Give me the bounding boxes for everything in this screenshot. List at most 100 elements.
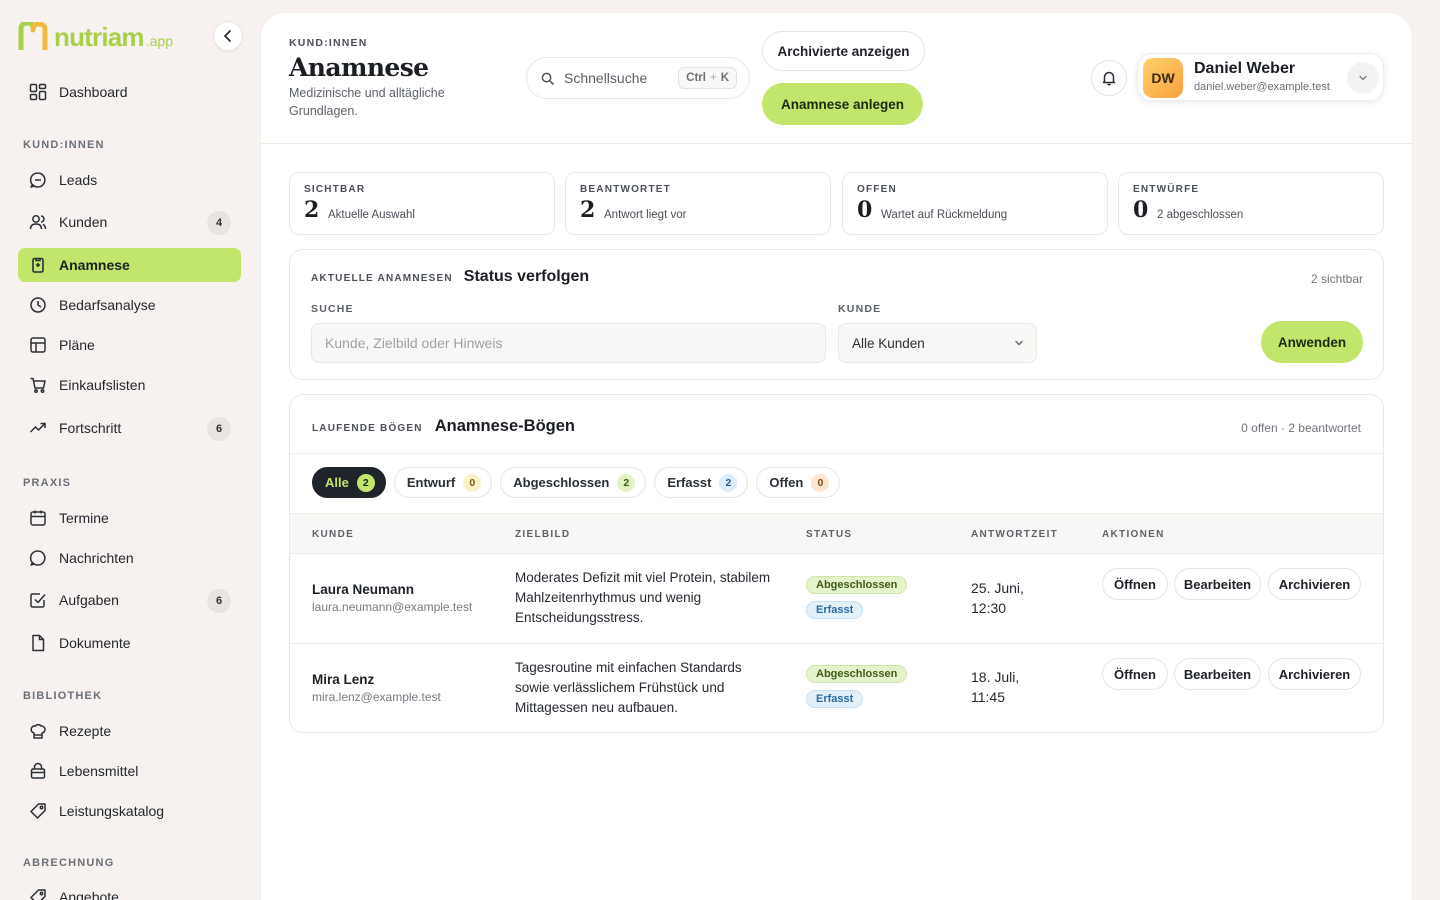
search-icon [541, 72, 554, 85]
shortcut-key: K [720, 72, 729, 84]
nav-section-clients: KUND:INNEN [23, 139, 105, 151]
goal-text: Tagesroutine mit einfachen Standards sow… [515, 660, 742, 715]
sidebar-item-leads[interactable]: Leads [18, 163, 241, 197]
sidebar-item-bedarfsanalyse[interactable]: Bedarfsanalyse [18, 288, 241, 322]
main-content: KUND:INNEN Anamnese Medizinische und all… [261, 13, 1412, 900]
sidebar-item-anamnese[interactable]: Anamnese [18, 248, 241, 282]
customer-email: laura.neumann@example.test [312, 600, 473, 614]
tab-label: Entwurf [406, 475, 456, 490]
filter-search-input[interactable]: Kunde, Zielbild oder Hinweis [311, 323, 826, 363]
collapse-sidebar-button[interactable] [213, 21, 243, 51]
open-button[interactable]: Öffnen [1102, 658, 1168, 690]
nav-section-billing: ABRECHNUNG [23, 857, 115, 869]
clock-icon [30, 297, 46, 313]
stat-caption: Antwort liegt vor [604, 209, 687, 221]
sidebar-item-leistungskatalog[interactable]: Leistungskatalog [18, 794, 241, 828]
sidebar-item-label: Termine [59, 510, 109, 526]
open-button[interactable]: Öffnen [1102, 568, 1168, 600]
filter-eyebrow: AKTUELLE ANAMNESEN [311, 273, 453, 284]
sidebar-item-label: Leistungskatalog [59, 803, 165, 819]
create-anamnese-button[interactable]: Anamnese anlegen [762, 83, 923, 125]
cart-icon [30, 377, 46, 393]
filter-search-placeholder: Kunde, Zielbild oder Hinweis [325, 335, 503, 351]
sidebar-item-nachrichten[interactable]: Nachrichten [18, 541, 241, 575]
sidebar-item-fortschritt[interactable]: Fortschritt 6 [18, 411, 241, 445]
tab-offen[interactable]: Offen 0 [756, 467, 841, 498]
chevron-down-icon [1015, 340, 1023, 346]
sidebar-item-dokumente[interactable]: Dokumente [18, 626, 241, 660]
chef-hat-icon [30, 723, 46, 739]
stat-caption: Wartet auf Rückmeldung [881, 209, 1008, 221]
divider [290, 453, 1383, 454]
customer-select-value: Alle Kunden [852, 335, 925, 351]
filter-panel: AKTUELLE ANAMNESEN Status verfolgen 2 si… [289, 249, 1384, 380]
shortcut-plus: + [709, 72, 717, 84]
sidebar-item-plaene[interactable]: Pläne [18, 328, 241, 362]
app-logo[interactable]: nutriam .app [18, 20, 173, 50]
stat-caption: Aktuelle Auswahl [328, 209, 415, 221]
column-header-aktionen: AKTIONEN [1102, 529, 1165, 540]
edit-button[interactable]: Bearbeiten [1174, 568, 1261, 600]
goal-text: Moderates Defizit mit viel Protein, stab… [515, 570, 771, 625]
customer-name[interactable]: Laura Neumann [312, 582, 414, 597]
archive-button[interactable]: Archivieren [1268, 568, 1361, 600]
stat-value: 0 [857, 197, 873, 223]
status-badge: Erfasst [806, 690, 864, 708]
logo-mark-icon [18, 22, 48, 50]
list-eyebrow: LAUFENDE BÖGEN [312, 423, 423, 434]
page-eyebrow: KUND:INNEN [289, 37, 368, 49]
stat-label: SICHTBAR [304, 184, 366, 195]
tab-erfasst[interactable]: Erfasst 2 [654, 467, 749, 498]
count-badge: 6 [207, 589, 231, 613]
page-title: Anamnese [289, 53, 429, 82]
answer-time: 25. Juni, 12:30 [971, 578, 1051, 618]
sidebar-item-angebote[interactable]: Angebote [18, 880, 241, 900]
trend-up-icon [29, 422, 46, 433]
sidebar-item-einkaufslisten[interactable]: Einkaufslisten [18, 368, 241, 402]
stat-card-answered: BEANTWORTET 2 Antwort liegt vor [565, 172, 831, 235]
sidebar-item-aufgaben[interactable]: Aufgaben 6 [18, 583, 241, 617]
status-badge: Erfasst [806, 601, 864, 619]
customer-name[interactable]: Mira Lenz [312, 672, 374, 687]
show-archived-button[interactable]: Archivierte anzeigen [762, 31, 925, 71]
page-subtitle: Medizinische und alltägliche Grundlagen. [289, 86, 445, 118]
quick-search-input[interactable]: Schnellsuche Ctrl + K [526, 57, 750, 99]
status-badge: Abgeschlossen [806, 665, 908, 683]
notifications-button[interactable] [1091, 60, 1127, 96]
filter-title: Status verfolgen [463, 268, 590, 285]
sidebar-item-rezepte[interactable]: Rezepte [18, 714, 241, 748]
tab-alle[interactable]: Alle 2 [312, 467, 386, 498]
stat-card-visible: SICHTBAR 2 Aktuelle Auswahl [289, 172, 555, 235]
customer-select[interactable]: Alle Kunden [838, 323, 1037, 363]
sidebar-item-termine[interactable]: Termine [18, 501, 241, 535]
avatar: DW [1143, 58, 1183, 98]
tab-entwurf[interactable]: Entwurf 0 [393, 467, 493, 498]
count-badge: 4 [207, 211, 231, 235]
answer-date: 25. Juni, [971, 580, 1024, 596]
tab-count: 0 [811, 473, 830, 492]
stat-label: BEANTWORTET [580, 184, 671, 195]
sidebar-item-kunden[interactable]: Kunden 4 [18, 205, 241, 239]
archive-button[interactable]: Archivieren [1268, 658, 1361, 690]
tab-label: Abgeschlossen [513, 475, 610, 490]
tab-count: 2 [356, 473, 375, 492]
user-name: Daniel Weber [1194, 60, 1296, 77]
user-menu[interactable]: DW Daniel Weber daniel.weber@example.tes… [1137, 53, 1384, 101]
tab-count: 2 [719, 473, 738, 492]
edit-button[interactable]: Bearbeiten [1174, 658, 1261, 690]
sidebar-item-lebensmittel[interactable]: Lebensmittel [18, 754, 241, 788]
sidebar: nutriam .app Dashboard KUND:INNEN Leads … [0, 0, 260, 900]
sidebar-item-label: Lebensmittel [59, 763, 139, 779]
calendar-icon [30, 510, 46, 526]
list-panel-heading: LAUFENDE BÖGEN Anamnese-Bögen [312, 417, 575, 436]
table-icon [30, 337, 46, 353]
stat-caption: 2 abgeschlossen [1157, 209, 1244, 221]
tab-abgeschlossen[interactable]: Abgeschlossen 2 [500, 467, 647, 498]
sidebar-item-label: Anamnese [59, 257, 130, 273]
stat-value: 0 [1133, 197, 1149, 223]
sidebar-item-label: Dashboard [59, 84, 128, 100]
sidebar-item-dashboard[interactable]: Dashboard [18, 75, 241, 109]
sidebar-item-label: Pläne [59, 337, 95, 353]
apply-filter-button[interactable]: Anwenden [1261, 321, 1363, 363]
user-menu-toggle[interactable] [1347, 62, 1379, 94]
